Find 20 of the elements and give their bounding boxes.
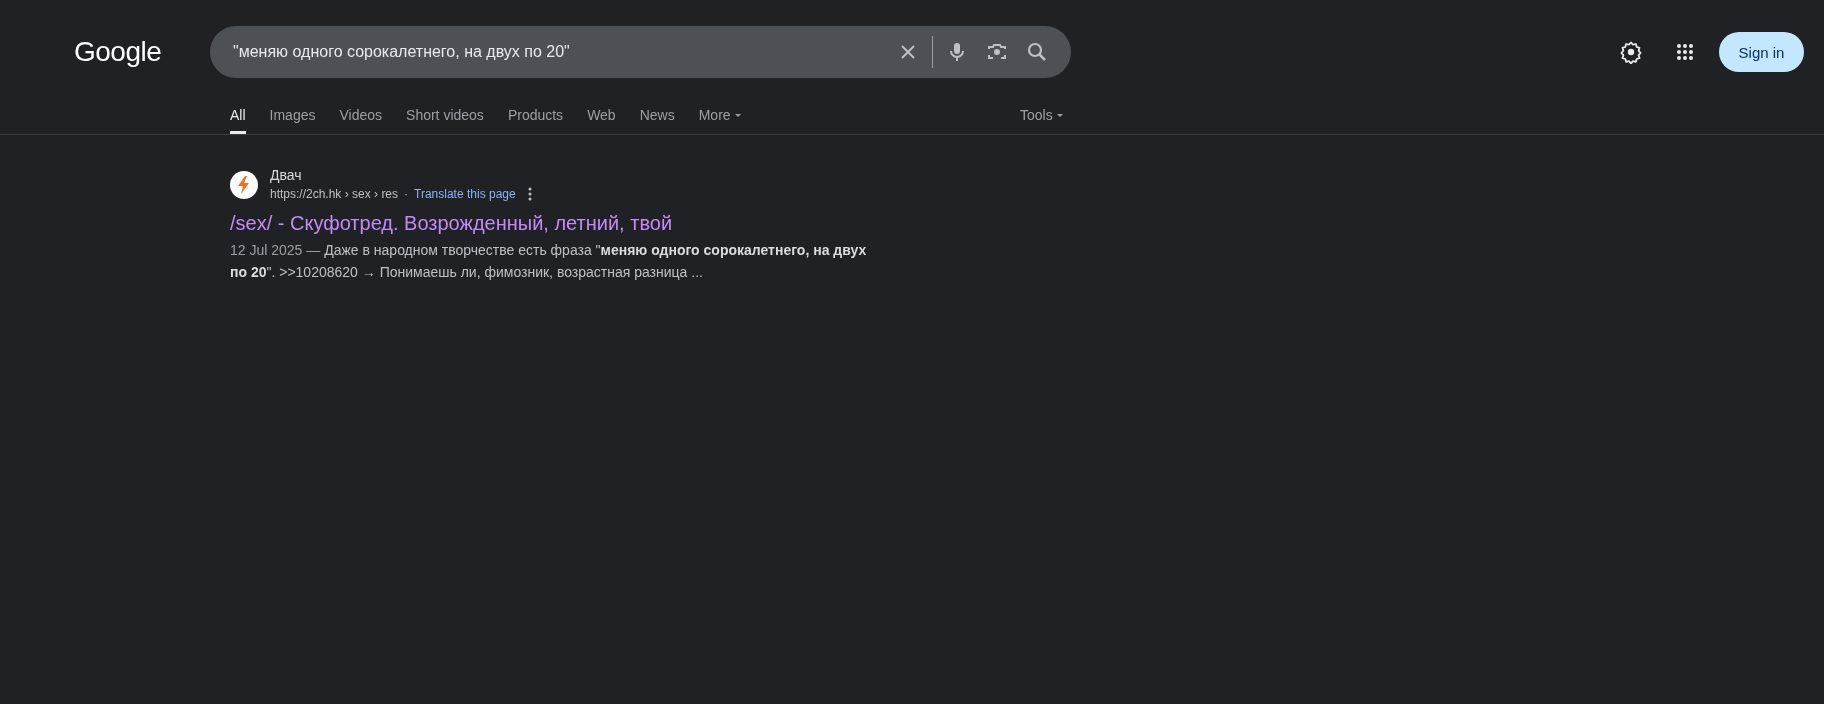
translate-link[interactable]: Translate this page <box>414 187 516 201</box>
search-field[interactable]: "меняю одного сорокалетнего, на двух по 20" <box>231 42 888 62</box>
result-url[interactable]: https://2ch.hk › sex › res <box>270 187 399 201</box>
search-tab[interactable]: Videos <box>339 107 383 134</box>
site-name[interactable]: Двач <box>270 167 538 183</box>
search-tab[interactable]: Short videos <box>406 107 484 134</box>
search-tab[interactable]: News <box>639 107 675 134</box>
search-tab[interactable]: Images <box>269 107 316 134</box>
google-logo[interactable]: Google <box>74 36 210 68</box>
search-tab[interactable]: Products <box>507 107 564 134</box>
search-tab[interactable]: All <box>230 107 246 134</box>
separator-dot: · <box>404 187 409 201</box>
site-favicon[interactable] <box>230 170 258 199</box>
result-title-link[interactable]: /sex/ - Скуфотред. Возрожденный, летний, твой <box>230 212 673 235</box>
sign-in-button[interactable]: Sign in <box>1719 32 1804 72</box>
search-tab[interactable]: More <box>698 107 745 134</box>
result-snippet: 12 Jul 2025 — Даже в народном творчестве есть фраза "меняю одного сорокалетнего, на двух по 20". >>10208620 → Понимаешь ли, фимозник, возрастная разница ... <box>230 241 868 282</box>
tools-button[interactable]: Tools <box>1020 107 1067 134</box>
search-bar[interactable]: "меняю одного сорокалетнего, на двух по 20" <box>210 26 1071 78</box>
search-tab[interactable]: Web <box>587 107 616 134</box>
